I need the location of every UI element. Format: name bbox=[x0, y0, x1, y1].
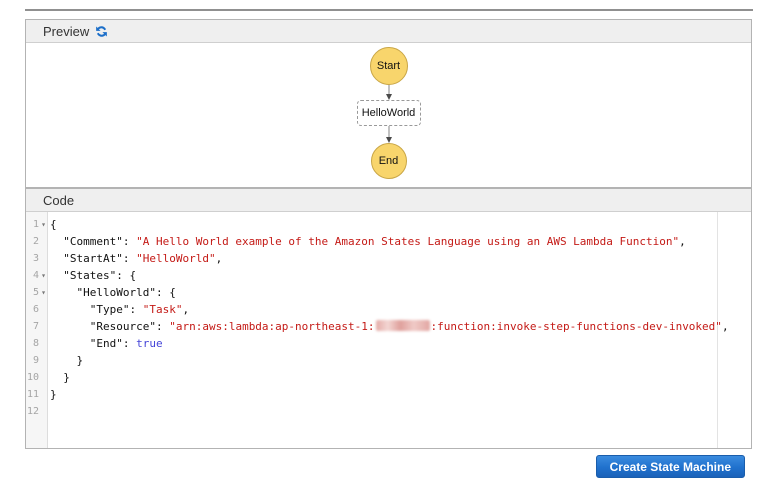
line-number: 8 bbox=[26, 335, 39, 352]
line-number: 12 bbox=[26, 403, 39, 420]
code-row: 8 "End": true bbox=[26, 335, 751, 352]
end-node-label: End bbox=[379, 155, 399, 167]
code-row: 9 } bbox=[26, 352, 751, 369]
code-row: 1▾{ bbox=[26, 216, 751, 233]
line-number: 4 bbox=[26, 267, 39, 284]
code-row: 7 "Resource": "arn:aws:lambda:ap-northea… bbox=[26, 318, 751, 335]
fold-spacer bbox=[39, 318, 48, 335]
arrow-down-icon bbox=[384, 126, 394, 143]
line-number: 11 bbox=[26, 386, 39, 403]
line-number: 2 bbox=[26, 233, 39, 250]
fold-spacer bbox=[39, 352, 48, 369]
code-row: 10 } bbox=[26, 369, 751, 386]
code-editor[interactable]: 1▾{2 "Comment": "A Hello World example o… bbox=[26, 212, 751, 448]
fold-spacer bbox=[39, 233, 48, 250]
preview-title: Preview bbox=[43, 24, 89, 39]
code-row: 3 "StartAt": "HelloWorld", bbox=[26, 250, 751, 267]
line-number: 3 bbox=[26, 250, 39, 267]
end-node: End bbox=[371, 143, 407, 179]
top-divider bbox=[25, 9, 753, 11]
code-row: 2 "Comment": "A Hello World example of t… bbox=[26, 233, 751, 250]
line-number: 5 bbox=[26, 284, 39, 301]
task-node-label: HelloWorld bbox=[362, 107, 416, 119]
start-node: Start bbox=[370, 47, 408, 85]
fold-spacer bbox=[39, 301, 48, 318]
fold-toggle-icon[interactable]: ▾ bbox=[39, 216, 48, 233]
line-number: 1 bbox=[26, 216, 39, 233]
fold-spacer bbox=[39, 403, 48, 420]
code-row: 4▾ "States": { bbox=[26, 267, 751, 284]
line-number: 6 bbox=[26, 301, 39, 318]
fold-spacer bbox=[39, 250, 48, 267]
code-title: Code bbox=[43, 193, 74, 208]
code-row: 11} bbox=[26, 386, 751, 403]
line-number: 10 bbox=[26, 369, 39, 386]
code-panel: Code 1▾{2 "Comment": "A Hello World exam… bbox=[25, 188, 752, 449]
page: Preview Start HelloWorld bbox=[0, 0, 768, 486]
preview-panel: Preview Start HelloWorld bbox=[25, 19, 752, 188]
code-row: 6 "Type": "Task", bbox=[26, 301, 751, 318]
code-header: Code bbox=[26, 189, 751, 212]
task-node: HelloWorld bbox=[357, 100, 421, 126]
fold-toggle-icon[interactable]: ▾ bbox=[39, 267, 48, 284]
line-number: 7 bbox=[26, 318, 39, 335]
arrow-down-icon bbox=[384, 85, 394, 100]
fold-spacer bbox=[39, 335, 48, 352]
code-lines: 1▾{2 "Comment": "A Hello World example o… bbox=[26, 212, 751, 420]
start-node-label: Start bbox=[377, 60, 400, 72]
redacted-account-id bbox=[376, 320, 430, 331]
create-state-machine-button[interactable]: Create State Machine bbox=[596, 455, 745, 478]
code-row: 5▾ "HelloWorld": { bbox=[26, 284, 751, 301]
fold-spacer bbox=[39, 386, 48, 403]
line-number: 9 bbox=[26, 352, 39, 369]
fold-toggle-icon[interactable]: ▾ bbox=[39, 284, 48, 301]
state-machine-diagram: Start HelloWorld End bbox=[26, 43, 751, 187]
fold-spacer bbox=[39, 369, 48, 386]
code-row: 12 bbox=[26, 403, 751, 420]
preview-header: Preview bbox=[26, 20, 751, 43]
refresh-icon[interactable] bbox=[95, 25, 108, 38]
